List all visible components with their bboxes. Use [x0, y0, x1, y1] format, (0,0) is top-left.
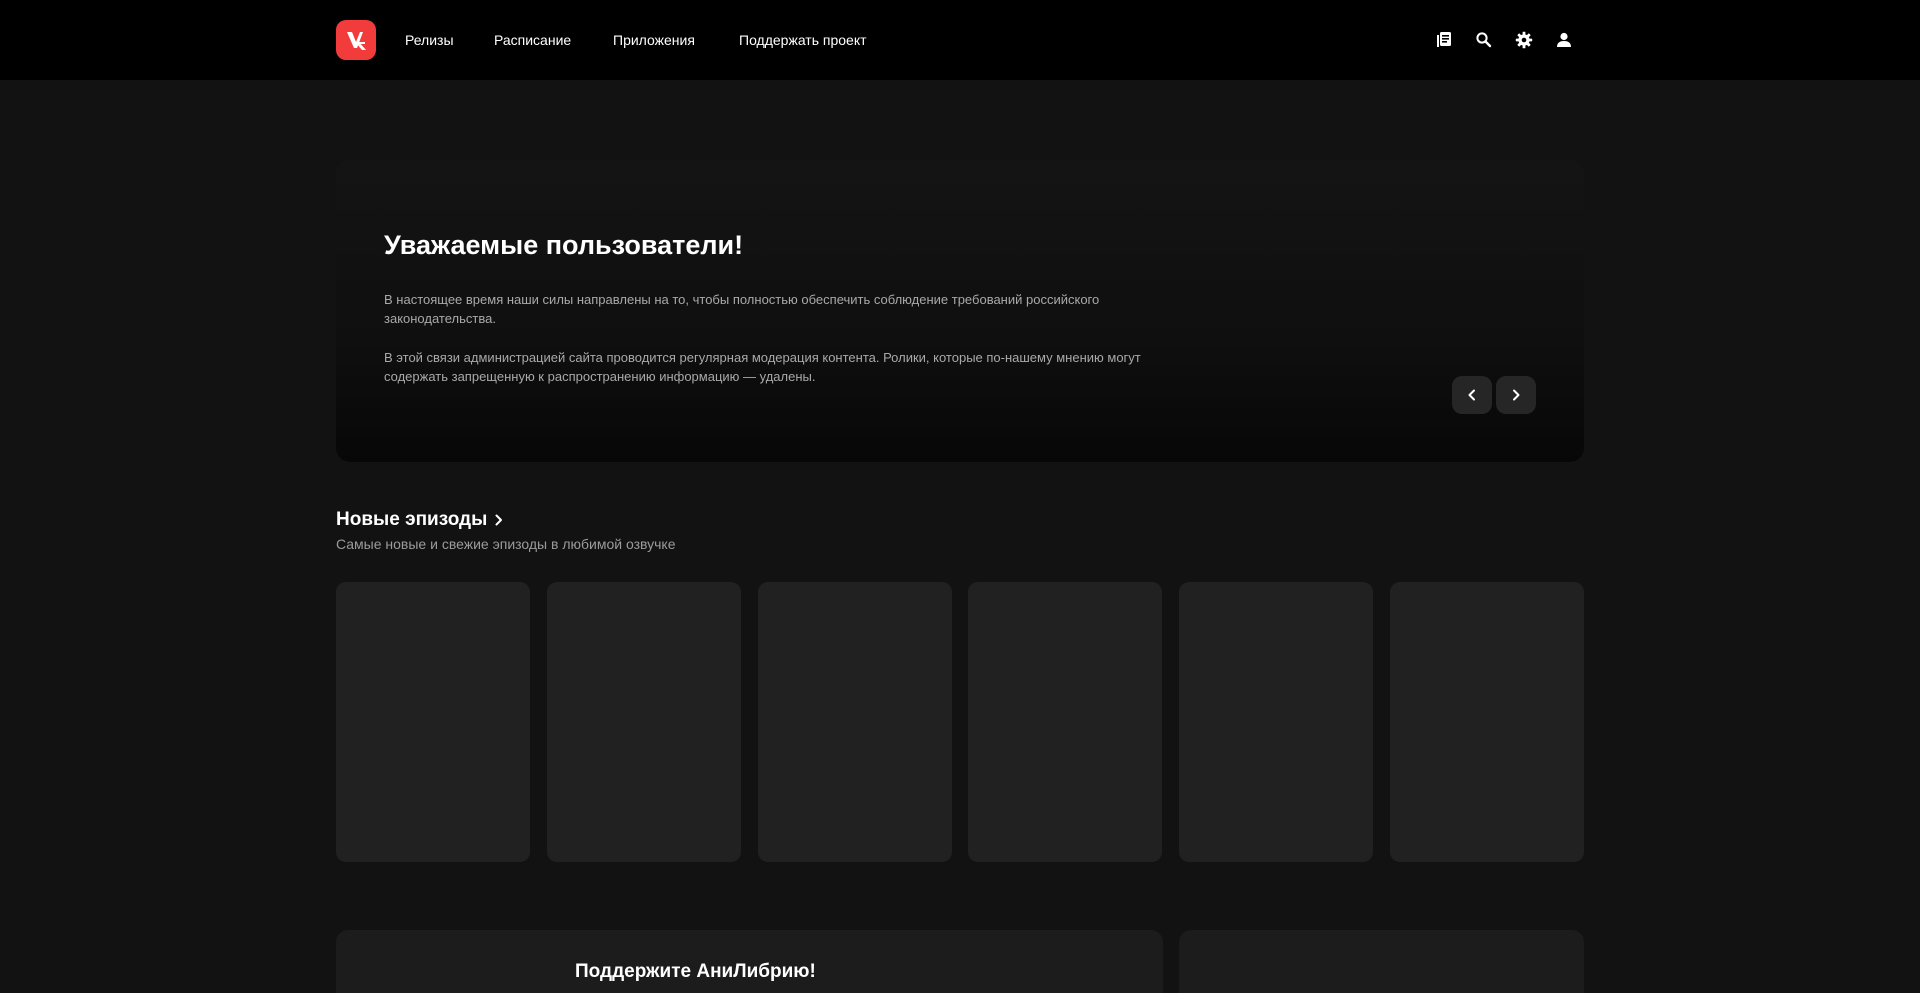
banner-paragraph: В этой связи администрацией сайта провод…	[384, 350, 1141, 384]
top-header: Релизы Расписание Приложения Поддержать …	[0, 0, 1920, 80]
logo[interactable]	[336, 20, 376, 60]
search-icon[interactable]	[1472, 28, 1496, 52]
announcement-banner: Уважаемые пользователи! В настоящее врем…	[336, 160, 1584, 462]
user-icon[interactable]	[1552, 28, 1576, 52]
gear-icon[interactable]	[1512, 28, 1536, 52]
support-card: Поддержите АниЛибрию!	[336, 930, 1163, 993]
section-title-text: Новые эпизоды	[336, 509, 488, 530]
nav-releases[interactable]: Релизы	[405, 30, 454, 50]
episode-card[interactable]	[1179, 582, 1373, 862]
chevron-right-icon	[495, 514, 503, 526]
banner-next-button[interactable]	[1496, 376, 1536, 414]
nav-schedule[interactable]: Расписание	[494, 30, 571, 50]
episode-card[interactable]	[758, 582, 952, 862]
new-episodes-title[interactable]: Новые эпизоды	[336, 508, 505, 532]
banner-prev-button[interactable]	[1452, 376, 1492, 414]
episode-card[interactable]	[336, 582, 530, 862]
banner-paragraph: В настоящее время наши силы направлены н…	[384, 292, 1100, 326]
chevron-left-icon	[1468, 389, 1475, 401]
nav-support-project[interactable]: Поддержать проект	[739, 30, 867, 50]
side-card	[1179, 930, 1584, 993]
nav-apps[interactable]: Приложения	[613, 30, 695, 50]
chevron-right-icon	[1513, 389, 1520, 401]
new-episodes-subtitle: Самые новые и свежие эпизоды в любимой о…	[336, 536, 676, 552]
episode-card[interactable]	[547, 582, 741, 862]
episode-card[interactable]	[968, 582, 1162, 862]
banner-title: Уважаемые пользователи!	[384, 230, 744, 260]
library-icon[interactable]	[1432, 28, 1456, 52]
support-title: Поддержите АниЛибрию!	[575, 961, 816, 982]
anilibria-logo-icon	[347, 32, 366, 50]
episode-card[interactable]	[1390, 582, 1584, 862]
